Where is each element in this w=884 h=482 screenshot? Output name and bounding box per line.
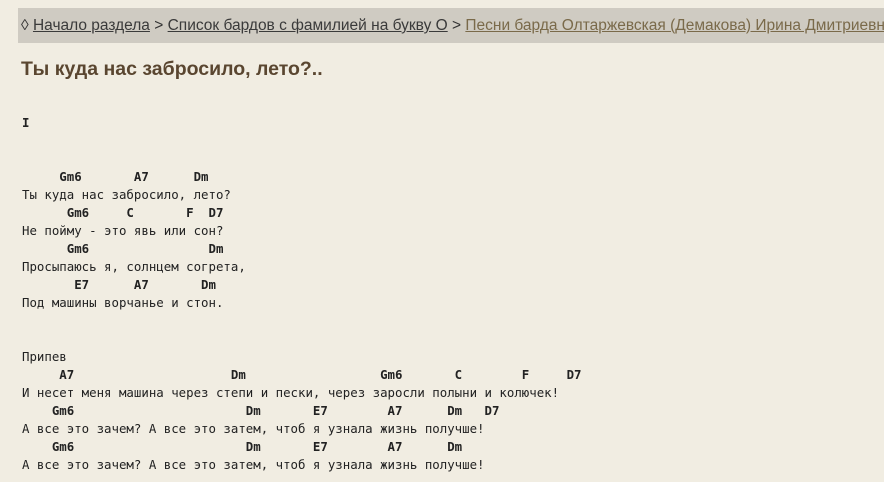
- lyric-line: Припев: [22, 349, 67, 364]
- song-body: I Gm6 A7 Dm Ты куда нас забросило, лето? …: [22, 114, 582, 474]
- lyric-line: Ты куда нас забросило, лето?: [22, 187, 231, 202]
- chord-line: A7 Dm Gm6 C F D7: [22, 367, 582, 382]
- breadcrumb-link-section-home[interactable]: Начало раздела: [33, 17, 150, 34]
- breadcrumb-marker: ◊: [21, 17, 33, 34]
- chord-line: Gm6 Dm: [22, 241, 224, 256]
- lyric-line: Не пойму - это явь или сон?: [22, 223, 224, 238]
- chord-line: E7 A7 Dm: [22, 277, 216, 292]
- chord-line: Gm6 Dm E7 A7 Dm D7: [22, 403, 500, 418]
- chord-line: Gm6 A7 Dm: [22, 169, 209, 184]
- breadcrumb-link-bard-songs[interactable]: Песни барда Олтаржевская (Демакова) Ирин…: [465, 17, 884, 34]
- chord-line: Gm6 C F D7: [22, 205, 224, 220]
- breadcrumb-separator: >: [452, 17, 466, 34]
- lyric-line: А все это зачем? А все это затем, чтоб я…: [22, 457, 485, 472]
- section-marker: I: [22, 115, 30, 130]
- breadcrumb: ◊ Начало раздела > Список бардов с фамил…: [18, 8, 884, 43]
- lyric-line: Под машины ворчанье и стон.: [22, 295, 224, 310]
- breadcrumb-separator: >: [154, 17, 168, 34]
- lyric-line: Просыпаюсь я, солнцем согрета,: [22, 259, 246, 274]
- lyric-line: И несет меня машина через степи и пески,…: [22, 385, 560, 400]
- lyric-line: А все это зачем? А все это затем, чтоб я…: [22, 421, 485, 436]
- chord-line: Gm6 Dm E7 A7 Dm: [22, 439, 463, 454]
- breadcrumb-link-bards-list[interactable]: Список бардов с фамилией на букву О: [168, 17, 448, 34]
- song-title: Ты куда нас забросило, лето?..: [21, 58, 323, 80]
